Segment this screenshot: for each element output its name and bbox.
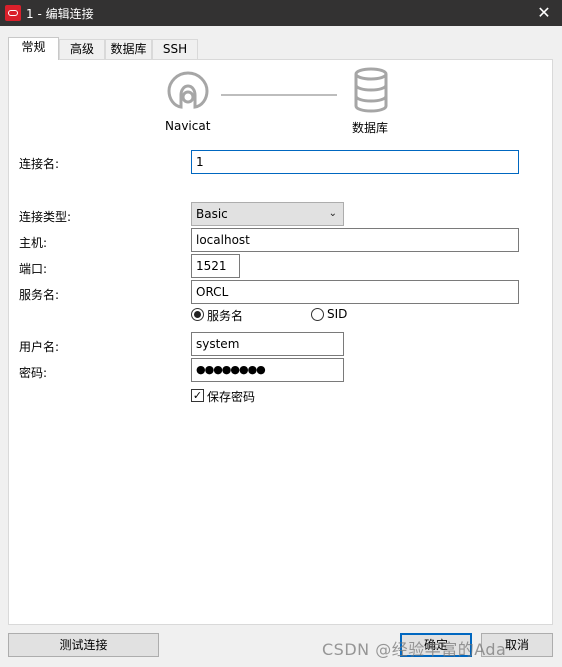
port-input[interactable]: 1521 <box>191 254 240 278</box>
radio-service-name[interactable] <box>191 308 204 321</box>
test-connection-button[interactable]: 测试连接 <box>8 633 159 657</box>
save-password-label: 保存密码 <box>207 390 256 404</box>
app-icon <box>5 5 21 21</box>
database-label: 数据库 <box>352 121 389 135</box>
username-label: 用户名: <box>19 340 60 354</box>
title-bar: 1 - 编辑连接 ✕ <box>0 0 562 26</box>
host-input[interactable]: localhost <box>191 228 519 252</box>
tab-general[interactable]: 常规 <box>8 37 59 60</box>
password-input[interactable]: ●●●●●●●● <box>191 358 344 382</box>
connection-type-select[interactable]: Basic ⌄ <box>191 202 344 226</box>
navicat-icon <box>167 71 209 109</box>
chevron-down-icon: ⌄ <box>328 208 337 219</box>
save-password-checkbox[interactable]: ✓ <box>191 389 204 402</box>
radio-sid-label: SID <box>327 307 348 321</box>
tab-databases[interactable]: 数据库 <box>105 39 152 59</box>
connection-name-label: 连接名: <box>19 157 60 171</box>
service-name-label: 服务名: <box>19 288 60 302</box>
connection-line <box>221 94 337 96</box>
connection-type-value: Basic <box>196 207 228 221</box>
password-label: 密码: <box>19 366 48 380</box>
close-button[interactable]: ✕ <box>532 1 556 25</box>
radio-sid[interactable] <box>311 308 324 321</box>
navicat-label: Navicat <box>165 119 211 133</box>
port-label: 端口: <box>19 262 48 276</box>
tab-advanced[interactable]: 高级 <box>59 39 105 59</box>
database-icon <box>354 67 388 113</box>
window-title: 1 - 编辑连接 <box>26 7 94 21</box>
service-name-input[interactable]: ORCL <box>191 280 519 304</box>
connection-name-input[interactable]: 1 <box>191 150 519 174</box>
tab-ssh[interactable]: SSH <box>152 39 198 59</box>
username-input[interactable]: system <box>191 332 344 356</box>
radio-service-name-label: 服务名 <box>207 309 244 323</box>
host-label: 主机: <box>19 236 48 250</box>
connection-type-label: 连接类型: <box>19 210 72 224</box>
watermark: CSDN @经验丰富的Ada <box>322 640 507 659</box>
